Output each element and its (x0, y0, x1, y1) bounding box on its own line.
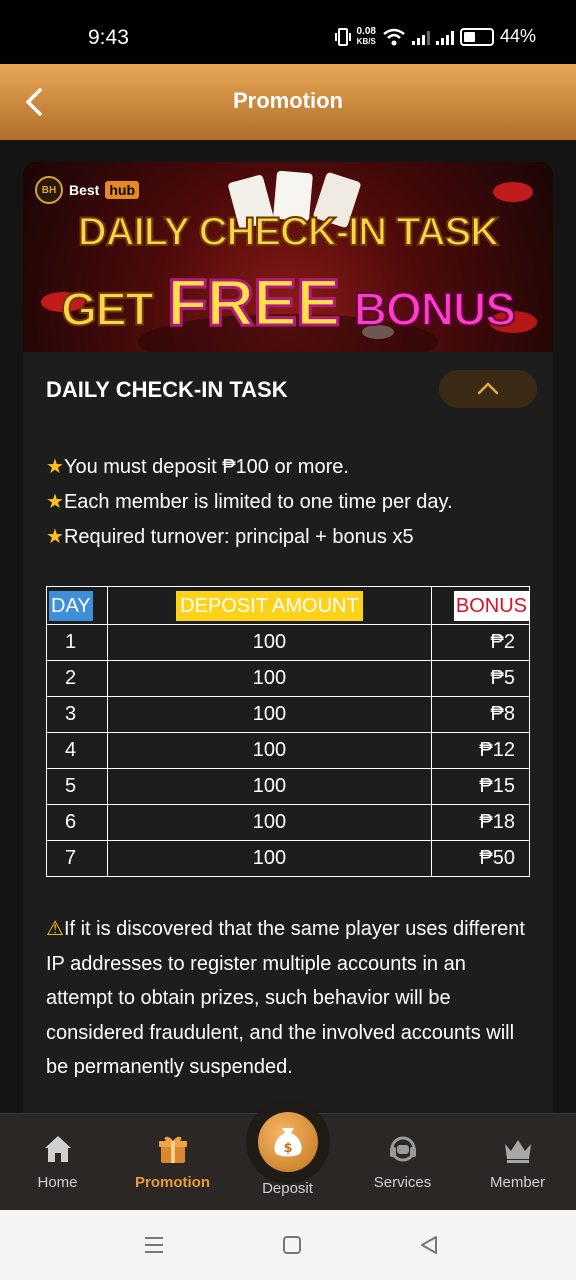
column-header-bonus: BONUS (430, 586, 531, 625)
column-header-deposit: DEPOSIT AMOUNT (107, 586, 432, 625)
day-cell: 3 (46, 696, 108, 733)
nav-item-home[interactable]: Home (0, 1114, 115, 1211)
deposit-cell: 100 (107, 696, 432, 733)
page-title: Promotion (233, 88, 343, 113)
vibrate-icon (334, 27, 351, 46)
status-time: 9:43 (88, 26, 129, 49)
table-row: 7 100 ₱50 (46, 840, 531, 877)
day-cell: 4 (46, 732, 108, 769)
menu-icon[interactable] (143, 1234, 165, 1256)
nav-item-promotion[interactable]: Promotion (115, 1114, 230, 1211)
banner-headline: DAILY CHECK-IN TASK (77, 209, 500, 255)
signal-icon (411, 29, 430, 45)
rule-item: ★Required turnover: principal + bonus x5 (46, 526, 414, 548)
collapse-toggle-button[interactable] (439, 370, 537, 408)
banner-tagline: GET FREE BONUS (23, 264, 553, 341)
bonus-cell: ₱12 (430, 732, 531, 769)
home-icon (44, 1136, 71, 1162)
bonus-cell: ₱2 (430, 624, 531, 661)
headset-icon (389, 1136, 416, 1162)
bottom-nav: Home Promotion $ Deposit Services Member (0, 1100, 576, 1211)
star-icon: ★ (46, 456, 64, 478)
deposit-cell: 100 (107, 768, 432, 805)
deposit-cell: 100 (107, 840, 432, 877)
deposit-cell: 100 (107, 804, 432, 841)
page-header: Promotion (0, 64, 576, 140)
tagline-free: FREE (166, 264, 342, 341)
brand-logo: BH Best hub (35, 176, 140, 204)
home-square-icon[interactable] (281, 1234, 303, 1256)
nav-item-deposit[interactable]: Deposit (230, 1114, 345, 1211)
bonus-cell: ₱15 (430, 768, 531, 805)
section-header: DAILY CHECK-IN TASK (46, 370, 537, 410)
system-nav-bar (0, 1210, 576, 1280)
table-row: 3 100 ₱8 (46, 696, 531, 733)
signal-icon (435, 29, 454, 45)
nav-item-member[interactable]: Member (460, 1114, 575, 1211)
promotion-banner: BH Best hub DAILY CHECK-IN TASK GET FREE… (23, 162, 553, 352)
star-icon: ★ (46, 526, 64, 548)
battery-icon (459, 27, 494, 46)
brand-tag: hub (105, 181, 140, 199)
chevron-up-icon (477, 382, 499, 395)
tagline-bonus: BONUS (353, 282, 517, 336)
table-row: 6 100 ₱18 (46, 804, 531, 841)
battery-fill (463, 31, 476, 42)
nav-item-services[interactable]: Services (345, 1114, 460, 1211)
gift-icon (158, 1136, 187, 1163)
table-row: 5 100 ₱15 (46, 768, 531, 805)
bonus-cell: ₱8 (430, 696, 531, 733)
rules-list: ★You must deposit ₱100 or more. ★Each me… (46, 450, 537, 555)
table-row: 1 100 ₱2 (46, 624, 531, 661)
day-cell: 1 (46, 624, 108, 661)
status-bar: 9:43 0.08 KB/S 44% (0, 0, 576, 64)
status-icons: 0.08 KB/S 44% (334, 25, 536, 47)
bonus-cell: ₱5 (430, 660, 531, 697)
crown-icon (504, 1140, 531, 1163)
net-speed: 0.08 KB/S (356, 25, 376, 46)
deposit-cell: 100 (107, 660, 432, 697)
fraud-warning: ⚠If it is discovered that the same playe… (46, 912, 529, 1085)
star-icon: ★ (46, 491, 64, 513)
back-triangle-icon[interactable] (418, 1234, 440, 1256)
day-cell: 5 (46, 768, 108, 805)
brand-name: Best (69, 182, 100, 198)
day-cell: 7 (46, 840, 108, 877)
table-row: 2 100 ₱5 (46, 660, 531, 697)
day-cell: 2 (46, 660, 108, 697)
warning-icon: ⚠ (46, 918, 64, 940)
column-header-day: DAY (46, 586, 108, 625)
day-cell: 6 (46, 804, 108, 841)
section-title: DAILY CHECK-IN TASK (46, 377, 288, 402)
rule-item: ★Each member is limited to one time per … (46, 491, 453, 513)
deposit-cell: 100 (107, 732, 432, 769)
battery-percent: 44% (499, 26, 536, 46)
rule-item: ★You must deposit ₱100 or more. (46, 456, 349, 478)
promotion-content[interactable]: BH Best hub DAILY CHECK-IN TASK GET FREE… (0, 140, 576, 1115)
brand-seal: BH (35, 176, 63, 204)
bonus-table: DAY DEPOSIT AMOUNT BONUS 1 100 ₱2 2 100 ₱5 3 10… (46, 586, 531, 877)
deposit-cell: 100 (107, 624, 432, 661)
table-row: 4 100 ₱12 (46, 732, 531, 769)
bonus-cell: ₱50 (430, 840, 531, 877)
table-header-row: DAY DEPOSIT AMOUNT BONUS (46, 586, 531, 625)
bonus-cell: ₱18 (430, 804, 531, 841)
tagline-get: GET (60, 282, 155, 336)
promotion-card: BH Best hub DAILY CHECK-IN TASK GET FREE… (23, 162, 553, 1115)
wifi-icon (383, 28, 405, 45)
warning-text: If it is discovered that the same player… (46, 918, 525, 1078)
